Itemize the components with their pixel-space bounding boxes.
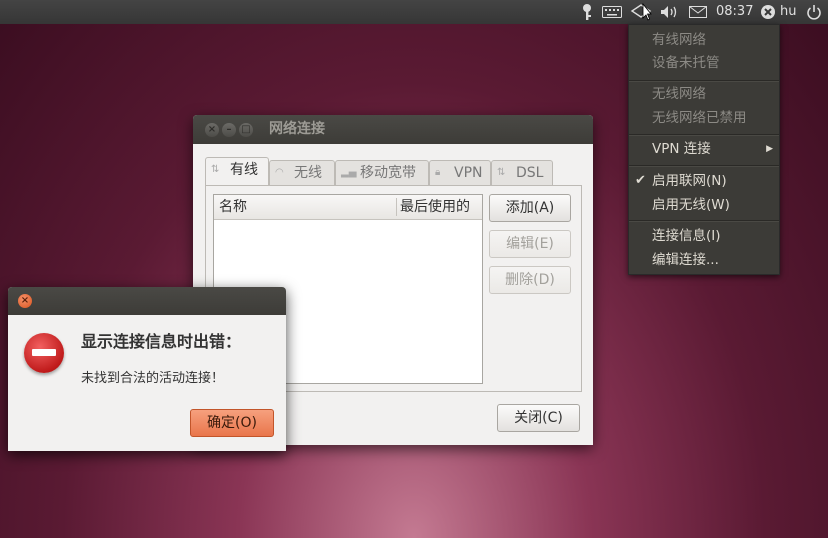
dialog-titlebar[interactable]: ×	[8, 287, 286, 315]
tab-wireless[interactable]: ◠ 无线	[269, 160, 335, 185]
error-heading: 显示连接信息时出错：	[81, 332, 242, 351]
check-icon: ✔	[635, 173, 646, 188]
list-header: 名称 最后使用的	[214, 195, 482, 220]
close-icon[interactable]: ×	[18, 294, 32, 308]
column-divider	[396, 198, 397, 216]
error-message: 未找到合法的活动连接！	[81, 371, 225, 386]
window-titlebar[interactable]: × – □ 网络连接	[193, 115, 593, 144]
menu-connection-info[interactable]: 连接信息(I)	[629, 224, 779, 248]
tab-wired[interactable]: ⇅ 有线	[205, 157, 269, 185]
lock-icon: 🔒︎	[435, 167, 441, 178]
close-icon[interactable]: ×	[205, 123, 219, 137]
column-name[interactable]: 名称	[219, 195, 247, 219]
menu-enable-networking[interactable]: ✔ 启用联网(N)	[629, 169, 779, 193]
ok-button[interactable]: 确定(O)	[190, 409, 274, 437]
menu-edit-connections[interactable]: 编辑连接...	[629, 248, 779, 272]
network-icon[interactable]	[630, 0, 652, 24]
edit-button[interactable]: 编辑(E)	[489, 230, 571, 258]
add-button[interactable]: 添加(A)	[489, 194, 571, 222]
close-button[interactable]: 关闭(C)	[497, 404, 580, 432]
wifi-icon: ◠	[275, 167, 284, 178]
chevron-right-icon: ▶	[766, 144, 773, 154]
tab-vpn[interactable]: 🔒︎ VPN	[429, 160, 491, 185]
menu-wired-header: 有线网络	[652, 32, 706, 48]
delete-button[interactable]: 删除(D)	[489, 266, 571, 294]
minimize-icon[interactable]: –	[222, 123, 236, 137]
menu-separator	[629, 134, 779, 136]
volume-icon[interactable]	[659, 0, 681, 24]
signal-icon: ▂▄	[341, 167, 357, 178]
menu-enable-wireless[interactable]: 启用无线(W)	[629, 193, 779, 217]
wired-icon: ⇅	[211, 164, 220, 175]
error-dialog: × 显示连接信息时出错： 未找到合法的活动连接！ 确定(O)	[8, 287, 286, 451]
tab-mobile-broadband[interactable]: ▂▄ 移动宽带	[335, 160, 429, 185]
menu-separator	[629, 220, 779, 222]
user-name[interactable]: hu	[780, 0, 796, 24]
network-indicator-menu: 有线网络 设备未托管 无线网络 无线网络已禁用 VPN 连接 ▶ ✔ 启用联网(…	[628, 24, 780, 275]
maximize-icon[interactable]: □	[239, 123, 253, 137]
tab-dsl[interactable]: ⇅ DSL	[491, 160, 553, 185]
power-icon[interactable]	[805, 0, 823, 24]
stop-icon	[24, 333, 64, 373]
keyboard-icon[interactable]	[601, 0, 623, 24]
menu-wireless-status: 无线网络已禁用	[652, 110, 747, 126]
clock[interactable]: 08:37	[716, 0, 753, 24]
user-status-icon[interactable]	[760, 0, 776, 24]
top-panel: 08:37 hu	[0, 0, 828, 24]
window-title: 网络连接	[269, 121, 325, 137]
mail-icon[interactable]	[688, 0, 708, 24]
menu-separator	[629, 165, 779, 167]
key-icon[interactable]	[580, 0, 594, 24]
menu-wireless-header: 无线网络	[652, 86, 706, 102]
menu-wired-status: 设备未托管	[652, 55, 720, 71]
dsl-icon: ⇅	[497, 167, 506, 178]
menu-vpn-connections[interactable]: VPN 连接 ▶	[629, 137, 779, 161]
column-last-used[interactable]: 最后使用的	[400, 195, 470, 219]
